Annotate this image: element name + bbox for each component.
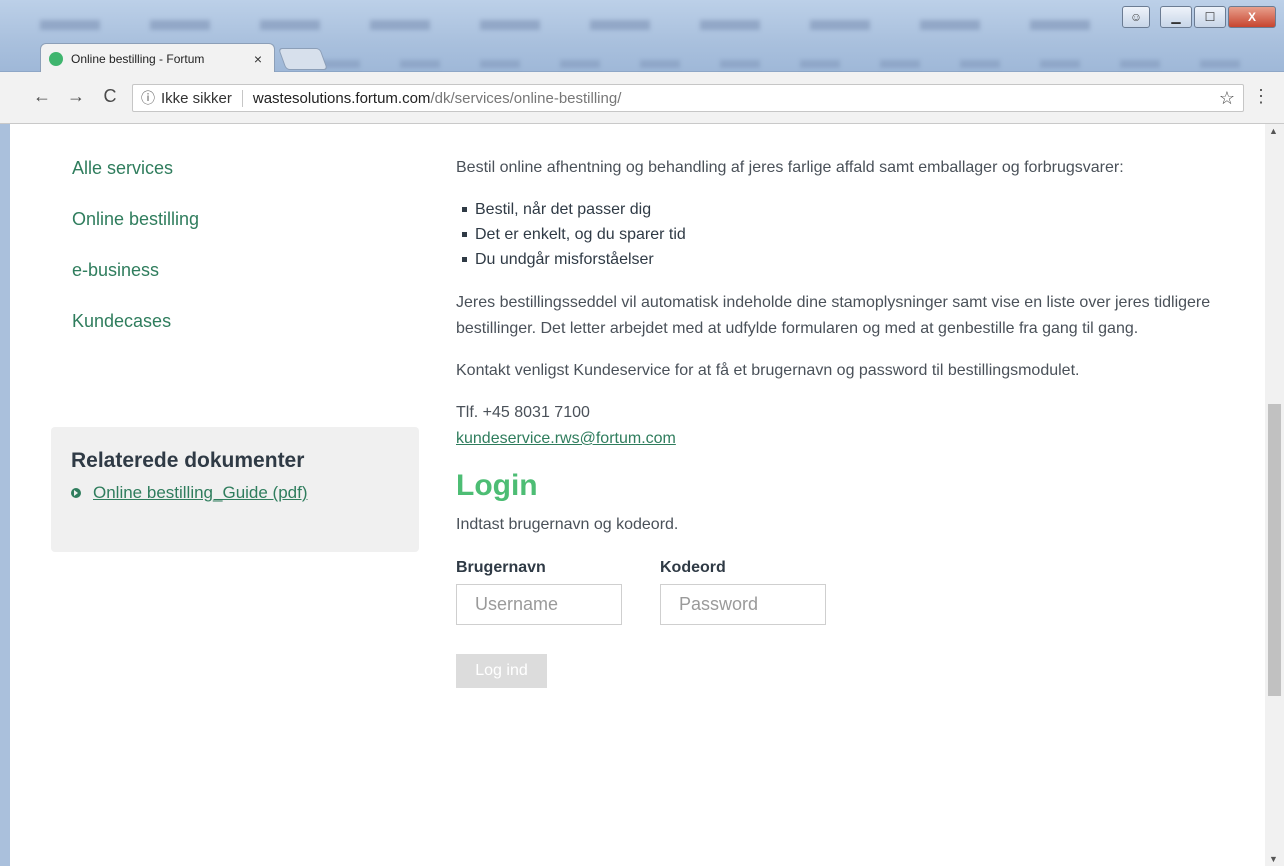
minimize-button[interactable]: ▁	[1160, 6, 1192, 28]
sidebar-nav: Alle services Online bestilling e-busine…	[72, 155, 199, 359]
address-bar[interactable]: ⓘ Ikke sikker wastesolutions.fortum.com …	[132, 84, 1244, 112]
sidebar-item-e-business[interactable]: e-business	[72, 257, 199, 308]
profile-icon[interactable]: ☺	[1122, 6, 1150, 28]
scroll-down-icon[interactable]: ▼	[1269, 854, 1278, 864]
fortum-favicon-icon	[49, 51, 63, 66]
tab-close-icon[interactable]: ×	[250, 51, 266, 67]
login-heading: Login	[456, 469, 538, 502]
guide-pdf-label: Online bestilling_Guide (pdf)	[93, 483, 308, 502]
url-host: wastesolutions.fortum.com	[252, 89, 431, 107]
phone-number: Tlf. +45 8031 7100	[456, 404, 590, 421]
password-input[interactable]	[660, 584, 826, 625]
login-form: Brugernavn Kodeord	[456, 558, 1246, 625]
sidebar-item-alle-services[interactable]: Alle services	[72, 155, 199, 206]
menu-kebab-icon[interactable]: ⋮	[1252, 86, 1270, 107]
bookmark-star-icon[interactable]: ☆	[1219, 88, 1235, 109]
window-titlebar: Online bestilling - Fortum × ☺ ▁ ☐ X	[0, 0, 1284, 73]
related-documents-box: Relaterede dokumenter Online bestilling_…	[51, 427, 419, 552]
login-instruction: Indtast brugernavn og kodeord.	[456, 516, 679, 533]
password-field-group: Kodeord	[660, 558, 826, 625]
maximize-button[interactable]: ☐	[1194, 6, 1226, 28]
intro-text: Bestil online afhentning og behandling a…	[456, 159, 1124, 176]
security-label: Ikke sikker	[161, 89, 243, 107]
url-path: /dk/services/online-bestilling/	[430, 89, 622, 107]
username-input[interactable]	[456, 584, 622, 625]
username-field-group: Brugernavn	[456, 558, 622, 625]
vertical-scrollbar[interactable]: ▲ ▼	[1265, 124, 1284, 866]
tab-title: Online bestilling - Fortum	[71, 51, 205, 66]
browser-tab-active[interactable]: Online bestilling - Fortum ×	[40, 43, 275, 73]
list-item: Bestil, når det passer dig	[456, 197, 1246, 222]
sidebar-item-kundecases[interactable]: Kundecases	[72, 308, 199, 359]
sidebar-item-online-bestilling[interactable]: Online bestilling	[72, 206, 199, 257]
related-documents-title: Relaterede dokumenter	[71, 449, 305, 472]
forward-arrow-icon[interactable]: →	[64, 86, 88, 107]
username-label: Brugernavn	[456, 559, 546, 576]
info-icon[interactable]: ⓘ	[141, 88, 155, 108]
contact-text: Kontakt venligst Kundeservice for at få …	[456, 362, 1080, 379]
login-button[interactable]: Log ind	[456, 654, 547, 688]
back-arrow-icon[interactable]: ←	[30, 86, 54, 107]
password-label: Kodeord	[660, 559, 726, 576]
window-left-edge	[0, 124, 10, 866]
main-content: Bestil online afhentning og behandling a…	[456, 155, 1246, 688]
description-text: Jeres bestillingsseddel vil automatisk i…	[456, 294, 1211, 337]
email-link[interactable]: kundeservice.rws@fortum.com	[456, 426, 1246, 452]
list-item: Det er enkelt, og du sparer tid	[456, 222, 1246, 247]
close-window-button[interactable]: X	[1228, 6, 1276, 28]
new-tab-button[interactable]	[277, 48, 329, 70]
scrollbar-thumb[interactable]	[1268, 404, 1281, 696]
benefits-list: Bestil, når det passer dig Det er enkelt…	[456, 197, 1246, 272]
scroll-up-icon[interactable]: ▲	[1269, 126, 1278, 136]
list-item: Du undgår misforståelser	[456, 247, 1246, 272]
reload-icon[interactable]: C	[98, 86, 122, 107]
blurred-background	[320, 60, 1280, 68]
guide-pdf-link[interactable]: Online bestilling_Guide (pdf)	[71, 483, 399, 503]
arrow-circle-icon	[71, 488, 81, 498]
blurred-background	[40, 20, 1100, 30]
